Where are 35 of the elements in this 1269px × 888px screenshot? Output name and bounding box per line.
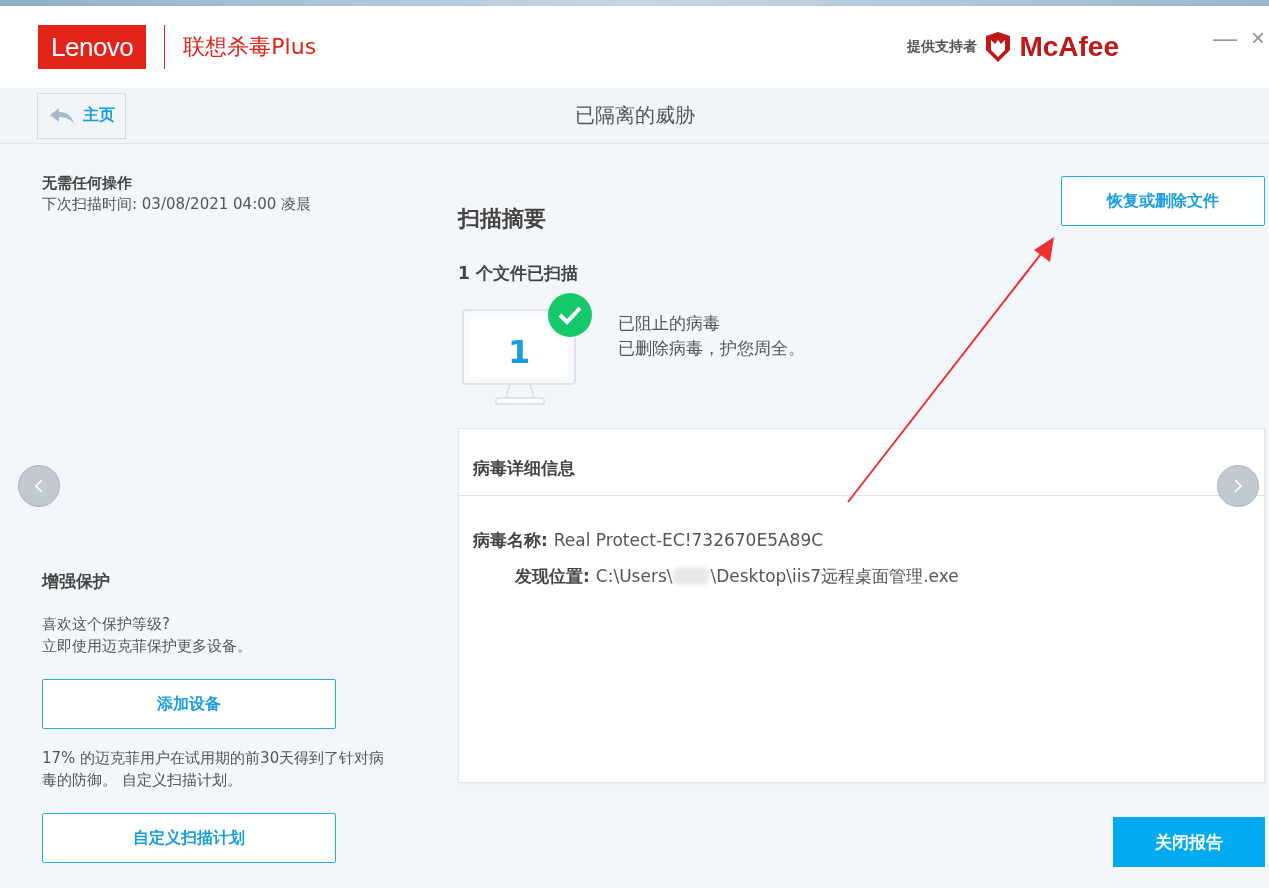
minimize-button[interactable]: —	[1209, 24, 1241, 52]
files-scanned-text: 1 个文件已扫描	[458, 262, 579, 285]
page-title: 已隔离的威胁	[574, 102, 695, 129]
promo-text: 喜欢这个保护等级?	[42, 614, 171, 635]
product-name: 联想杀毒Plus	[183, 33, 317, 61]
field-value: \Desktop\iis7远程桌面管理.exe	[710, 564, 959, 588]
previous-button[interactable]	[18, 465, 60, 507]
partner-logo: McAfee	[1019, 31, 1119, 63]
promo-title: 增强保护	[42, 570, 111, 593]
shield-logo-icon	[985, 32, 1012, 62]
add-device-button[interactable]: 添加设备	[42, 679, 336, 729]
field-value: Real Protect-EC!732670E5A89C	[553, 530, 824, 550]
field-value: C:\Users\	[595, 566, 673, 586]
powered-by-label: 提供支持者	[907, 38, 978, 56]
lenovo-logo: Lenovo	[38, 25, 147, 69]
restore-delete-button[interactable]: 恢复或删除文件	[1061, 176, 1265, 226]
status-title: 无需任何操作	[42, 174, 133, 193]
next-scan-text: 下次扫描时间: 03/08/2021 04:00 凌晨	[42, 194, 313, 215]
field-label: 病毒名称:	[473, 528, 548, 552]
check-icon	[548, 293, 592, 337]
summary-title: 扫描摘要	[458, 205, 546, 233]
custom-scan-button[interactable]: 自定义扫描计划	[42, 813, 336, 863]
result-text: 已删除病毒，护您周全。	[618, 337, 805, 360]
file-count: 1	[508, 333, 531, 371]
redaction-blur	[672, 567, 711, 585]
result-title: 已阻止的病毒	[618, 312, 721, 335]
chevron-left-icon	[34, 478, 44, 494]
close-button[interactable]: ×	[1247, 24, 1269, 52]
promo-text: 立即使用迈克菲保护更多设备。	[42, 636, 253, 657]
field-label: 发现位置:	[515, 564, 590, 588]
home-button[interactable]: 主页	[37, 92, 126, 139]
back-arrow-icon	[48, 106, 75, 125]
promo-stat-text: 17% 的迈克菲用户在试用期的前30天得到了针对病毒的防御。 自定义扫描计划。	[42, 748, 386, 791]
close-report-button[interactable]: 关闭报告	[1113, 817, 1265, 867]
chevron-right-icon	[1233, 478, 1243, 494]
